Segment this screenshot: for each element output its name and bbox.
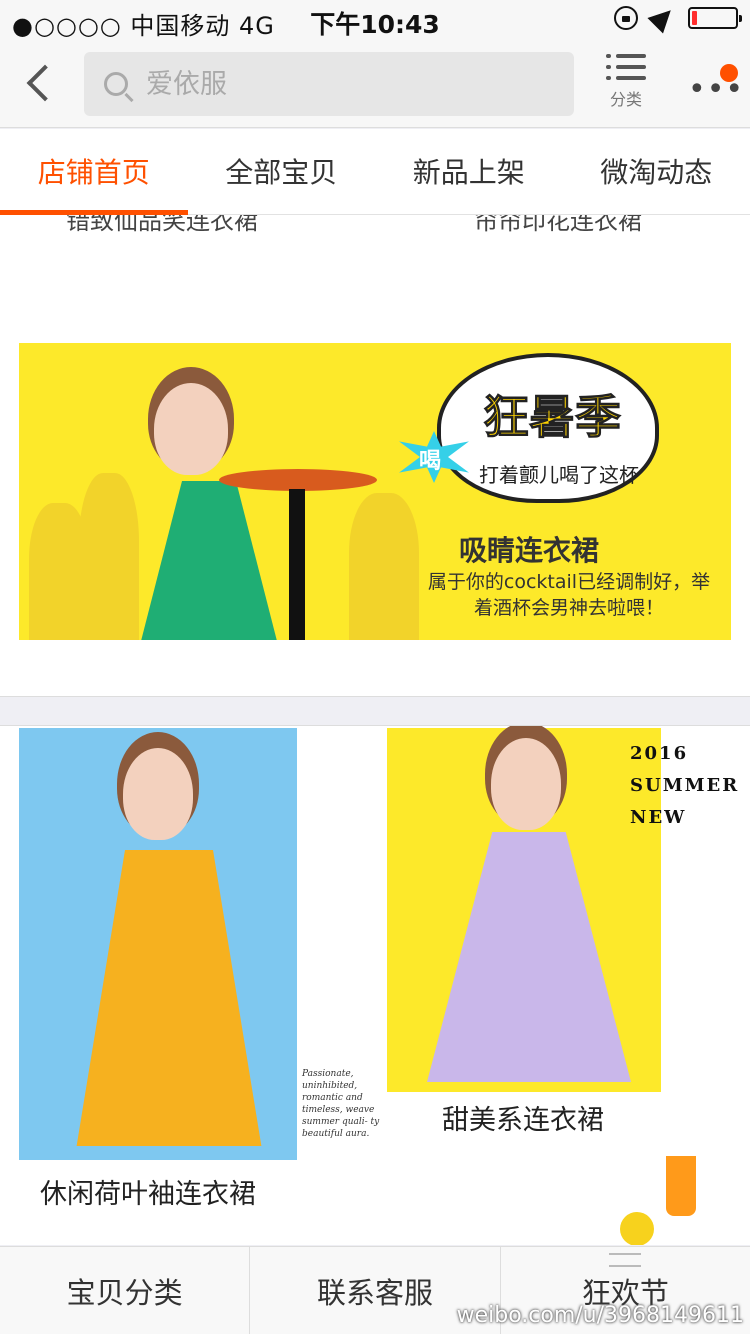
more-dots-icon: ••• [688,72,745,107]
banner-description: 属于你的cocktail已经调制好，举着酒杯会男神去啦喂！ [427,571,711,619]
clipped-captions: 错致仙品笑连衣裙 帘帘印花连衣裙 [0,215,750,235]
product-photo-right[interactable] [387,728,661,1092]
search-box[interactable] [84,52,574,116]
notification-badge [720,64,738,82]
back-button[interactable] [20,60,60,108]
clipped-caption-right: 帘帘印花连衣裙 [474,215,642,235]
tab-shop-home[interactable]: 店铺首页 [0,129,188,215]
banner-headline: 吸睛连衣裙 [459,534,600,567]
category-button[interactable]: 分类 [596,48,656,120]
menu-indicator-icon [608,1253,641,1267]
tab-weitao-feed[interactable]: 微淘动态 [563,129,750,214]
search-input[interactable] [146,52,556,116]
yellow-dress-image [76,850,262,1146]
status-bar: ●○○○○ 中国移动 4G 下午10:43 [0,0,750,40]
product-photo-left[interactable] [19,728,297,1160]
clipped-caption-left: 错致仙品笑连衣裙 [66,215,258,235]
more-button[interactable]: ••• [684,64,743,108]
tab-new-arrivals[interactable]: 新品上架 [375,129,563,214]
list-icon [606,54,646,82]
battery-icon [688,7,742,29]
cocktail-table [219,469,377,491]
watermark: weibo.com/u/3968149611 [456,1303,744,1328]
shop-tabs: 店铺首页 全部宝贝 新品上架 微淘动态 [0,129,750,215]
bubble-title: 狂暑季 [483,390,622,445]
item-categories-button[interactable]: 宝贝分类 [0,1247,251,1334]
battery-level [692,11,697,25]
status-icons [614,2,742,34]
promo-banner[interactable]: 狂暑季 打着颤儿喝了这杯 喝 吸睛连衣裙 属于你的cocktail已经调制好，举… [19,343,731,640]
cocktail-decoration [620,1146,710,1245]
photo-caption-note: Passionate, uninhibited, romantic and ti… [302,1069,380,1139]
burst-text: 喝 [419,449,442,474]
promo-card[interactable]: 错致仙品笑连衣裙 帘帘印花连衣裙 狂暑季 打着颤儿喝了这杯 喝 吸睛连衣裙 属于… [0,215,750,697]
bubble-subtitle: 打着颤儿喝了这杯 [479,463,639,487]
model-green-dress [99,383,299,640]
product-label-left[interactable]: 休闲荷叶袖连衣裙 [40,1172,256,1211]
summer-title: 2016 SUMMER NEW [630,743,740,828]
top-navigation: 分类 ••• [0,40,750,128]
tab-all-items[interactable]: 全部宝贝 [188,129,376,214]
product-showcase: Passionate, uninhibited, romantic and ti… [0,725,750,1245]
location-arrow-icon [647,2,679,34]
category-label: 分类 [609,90,642,109]
lavender-dress-image [427,832,631,1082]
search-icon [104,72,128,96]
product-label-right[interactable]: 甜美系连衣裙 [442,1098,604,1137]
rotation-lock-icon [614,6,638,30]
